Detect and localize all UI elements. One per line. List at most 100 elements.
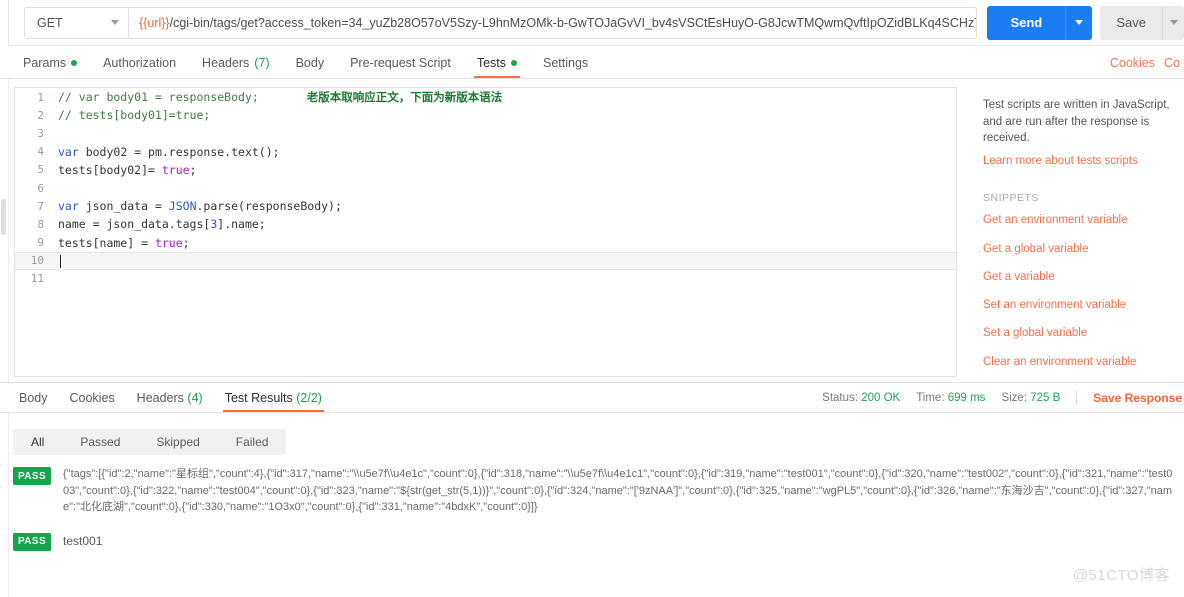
code-line: 2 // tests[body01]=true;: [15, 106, 956, 124]
size-value: 725 B: [1030, 391, 1061, 404]
results-left-rail: [0, 413, 9, 597]
size-meta: Size: 725 B: [1001, 392, 1060, 404]
tab-label: Params: [23, 55, 67, 70]
panel-drag-handle[interactable]: [1, 199, 6, 235]
save-response-button[interactable]: Save Response: [1093, 391, 1182, 405]
request-url-bar: GET {{url}}/cgi-bin/tags/get?access_toke…: [0, 0, 1184, 46]
response-tab-body[interactable]: Body: [8, 391, 59, 413]
request-tabs: Params Authorization Headers (7) Body Pr…: [0, 46, 1184, 79]
learn-more-link[interactable]: Learn more about tests scripts: [983, 153, 1178, 170]
test-result-text: {"tags":[{"id":2,"name":"星标组","count":4}…: [63, 468, 1173, 513]
http-method-select[interactable]: GET: [24, 6, 128, 39]
filter-skipped[interactable]: Skipped: [138, 429, 217, 455]
code-text: name = json_data.tags[3].name;: [58, 217, 266, 232]
test-result-row: PASS test001: [13, 532, 1173, 551]
status-meta: Status: 200 OK: [822, 392, 900, 404]
snippet-set-environment-variable[interactable]: Set an environment variable: [983, 299, 1178, 313]
tab-count: (7): [254, 55, 270, 70]
line-number: 8: [37, 217, 44, 231]
line-number: 2: [37, 108, 44, 122]
modified-dot-icon: [511, 59, 517, 66]
response-tab-count: (4): [187, 390, 203, 405]
tabs-right-links: Cookies Co: [1110, 56, 1184, 78]
save-button-group: Save: [1100, 5, 1184, 40]
text-cursor: [60, 254, 61, 268]
snippet-set-global-variable[interactable]: Set a global variable: [983, 327, 1178, 341]
filter-passed[interactable]: Passed: [62, 429, 138, 455]
snippet-get-global-variable[interactable]: Get a global variable: [983, 243, 1178, 257]
send-dropdown-button[interactable]: [1065, 5, 1093, 40]
tab-label: Tests: [476, 55, 506, 70]
filter-all[interactable]: All: [13, 429, 62, 455]
tab-label: Pre-request Script: [350, 55, 451, 70]
time-value: 699 ms: [947, 391, 986, 404]
snippets-description: Test scripts are written in JavaScript, …: [983, 99, 1170, 145]
tab-tests[interactable]: Tests: [464, 55, 530, 79]
code-line: 5 tests[body02]= true;: [15, 161, 956, 179]
tab-settings[interactable]: Settings: [530, 56, 601, 79]
status-label: Status:: [822, 391, 858, 404]
http-method-value: GET: [37, 15, 63, 30]
url-variable: {{url}}: [139, 15, 170, 30]
response-tab-label: Test Results: [224, 390, 293, 405]
response-tabs-bar: Body Cookies Headers (4) Test Results (2…: [0, 382, 1184, 413]
request-url-input[interactable]: {{url}}/cgi-bin/tags/get?access_token=34…: [128, 6, 978, 39]
response-tab-label: Headers: [136, 390, 184, 405]
response-tab-cookies[interactable]: Cookies: [59, 391, 126, 413]
size-label: Size:: [1001, 391, 1028, 404]
code-text: var body02 = pm.response.text();: [58, 144, 280, 159]
cookies-link[interactable]: Cookies: [1110, 56, 1155, 70]
tab-body[interactable]: Body: [283, 56, 338, 79]
snippet-get-variable[interactable]: Get a variable: [983, 271, 1178, 285]
response-tab-count: (2/2): [296, 390, 322, 405]
status-badge: PASS: [13, 467, 51, 485]
filter-failed[interactable]: Failed: [218, 429, 287, 455]
code-text: tests[body02]= true;: [58, 162, 197, 177]
postman-window: GET {{url}}/cgi-bin/tags/get?access_toke…: [0, 0, 1184, 597]
response-tab-headers[interactable]: Headers (4): [126, 390, 214, 413]
modified-dot-icon: [71, 59, 78, 66]
line-number: 3: [37, 126, 44, 140]
code-line: 8 name = json_data.tags[3].name;: [15, 215, 956, 233]
code-line: 6: [15, 179, 956, 197]
test-result-filters: All Passed Skipped Failed: [13, 429, 287, 455]
left-rail: [0, 0, 9, 46]
status-value: 200 OK: [861, 391, 901, 404]
snippet-get-environment-variable[interactable]: Get an environment variable: [983, 214, 1178, 228]
code-line-active: 10: [15, 251, 956, 271]
code-text: var json_data = JSON.parse(responseBody)…: [58, 199, 342, 214]
tests-script-editor[interactable]: 1 // var body01 = responseBody; 老版本取响应正文…: [14, 87, 957, 377]
save-dropdown-button[interactable]: [1162, 5, 1184, 40]
code-text: // var body01 = responseBody;: [58, 90, 259, 105]
response-meta: Status: 200 OK Time: 699 ms Size: 725 B …: [822, 390, 1184, 412]
chevron-down-icon: [1169, 20, 1178, 25]
code-text: [55, 254, 61, 268]
tab-headers[interactable]: Headers (7): [189, 55, 283, 79]
code-text: // tests[body01]=true;: [58, 108, 211, 123]
send-button[interactable]: Send: [987, 5, 1066, 40]
test-result-row: PASS {"tags":[{"id":2,"name":"星标组","coun…: [13, 466, 1173, 516]
code-line: 9 tests[name] = true;: [15, 234, 956, 252]
snippet-clear-environment-variable[interactable]: Clear an environment variable: [983, 356, 1178, 370]
send-button-group: Send: [987, 5, 1093, 40]
line-number: 4: [37, 145, 44, 159]
code-line: 11: [15, 270, 956, 288]
response-tab-test-results[interactable]: Test Results (2/2): [214, 390, 333, 413]
meta-divider: [1076, 390, 1078, 405]
tab-label: Headers: [202, 55, 250, 70]
time-label: Time:: [916, 391, 945, 404]
tests-editor-area: 1 // var body01 = responseBody; 老版本取响应正文…: [0, 79, 1184, 396]
line-number: 6: [37, 181, 44, 195]
editor-left-rail: [0, 79, 9, 382]
snippets-heading: SNIPPETS: [983, 192, 1039, 205]
tab-authorization[interactable]: Authorization: [90, 56, 189, 79]
url-path: /cgi-bin/tags/get?access_token=34_yuZb28…: [169, 15, 978, 30]
line-number: 11: [30, 272, 44, 286]
status-badge: PASS: [13, 532, 51, 551]
time-meta: Time: 699 ms: [916, 392, 985, 404]
tab-pre-request-script[interactable]: Pre-request Script: [337, 55, 464, 79]
code-link[interactable]: Co: [1164, 56, 1180, 70]
tab-params[interactable]: Params: [10, 55, 90, 79]
save-button[interactable]: Save: [1100, 5, 1162, 40]
editor-annotation-note: 老版本取响应正文，下面为新版本语法: [306, 90, 503, 105]
